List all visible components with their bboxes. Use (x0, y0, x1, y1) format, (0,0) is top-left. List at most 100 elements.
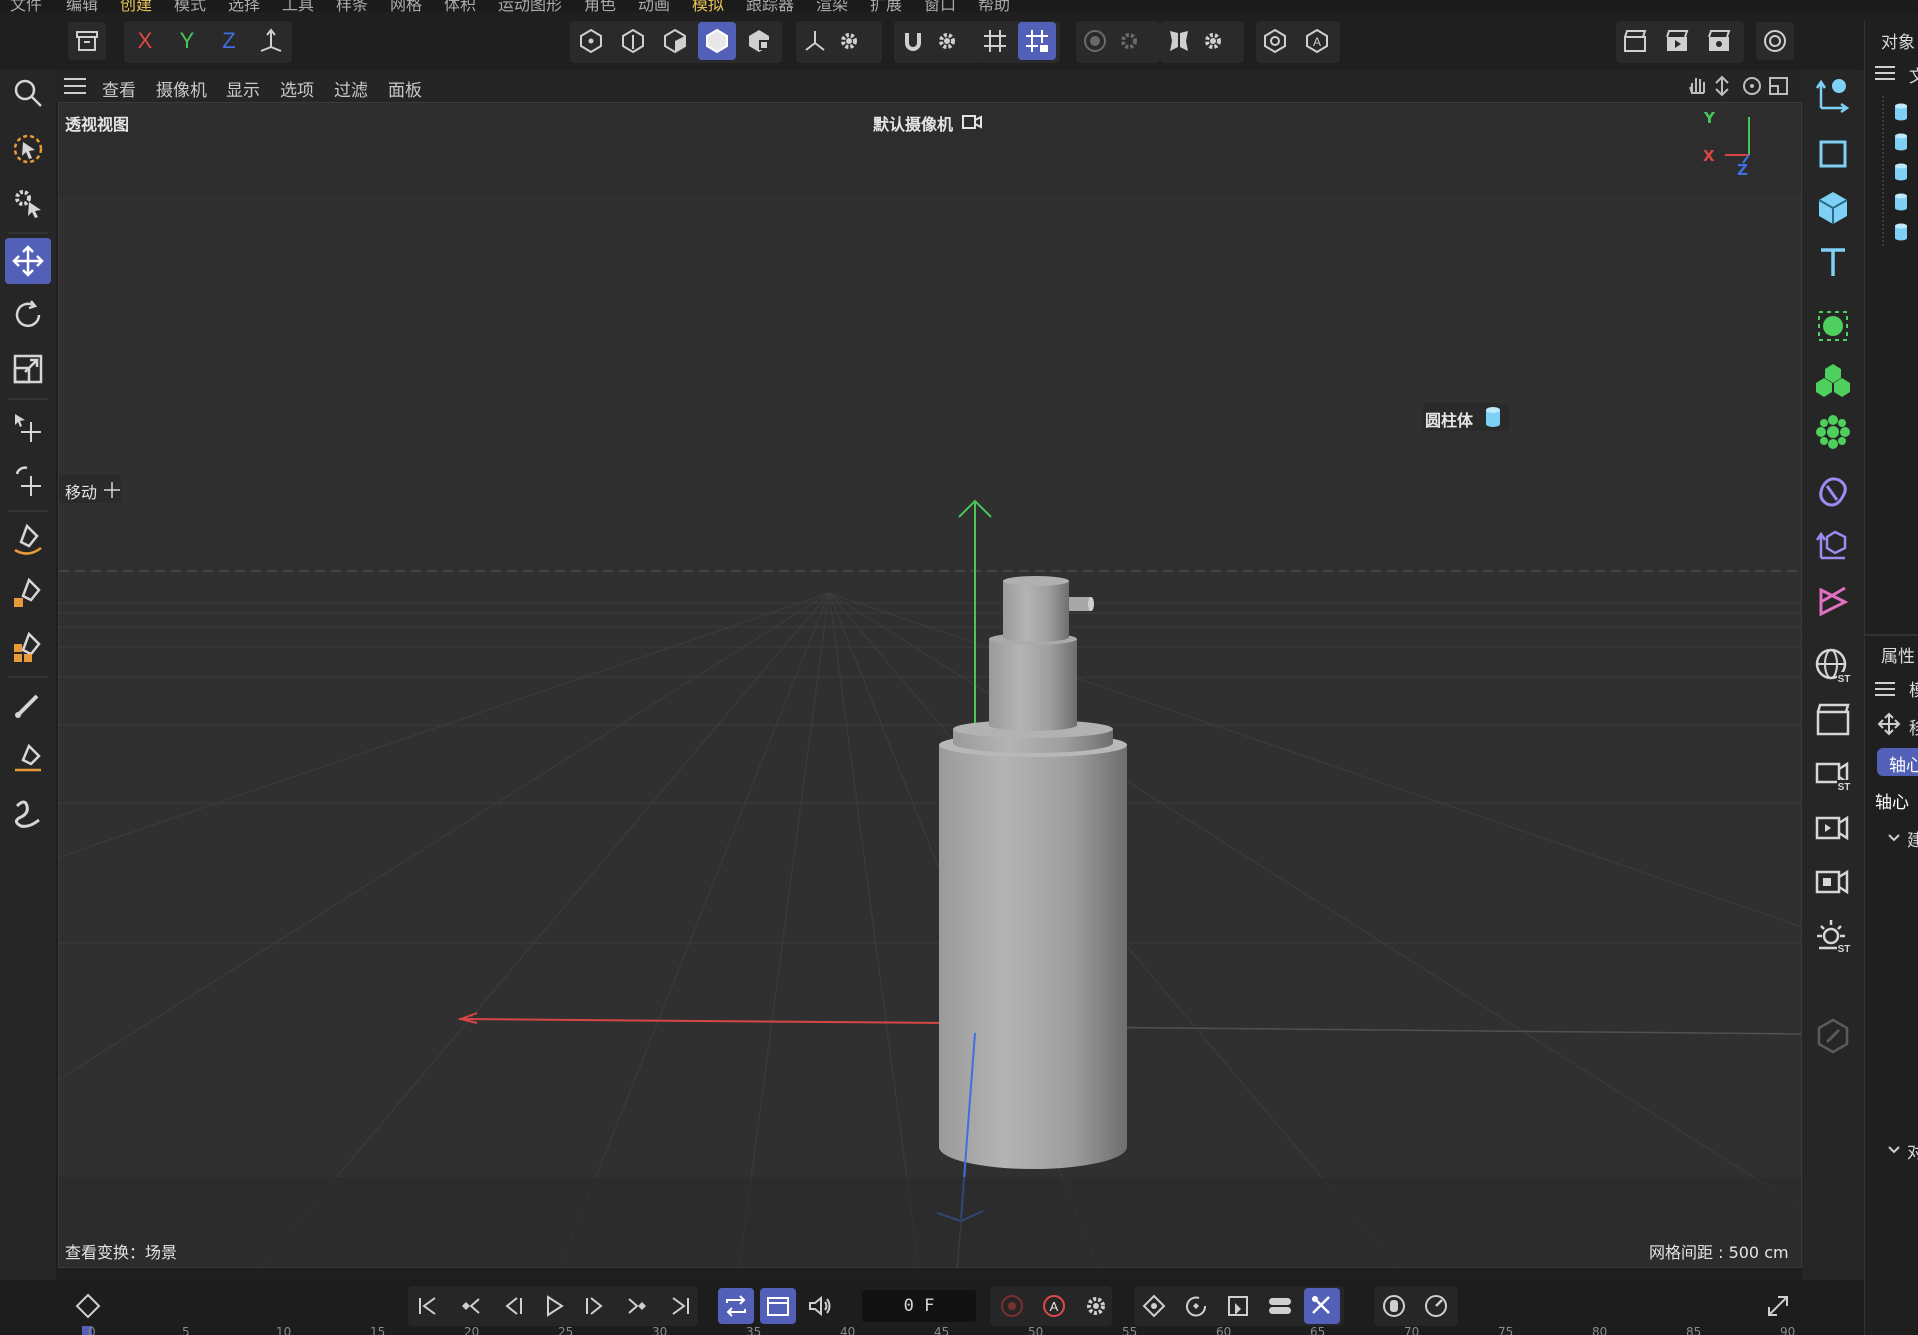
attributes-panel-title[interactable]: 属性 (1881, 642, 1915, 667)
attributes-mode-menu[interactable]: 模 (1909, 676, 1918, 701)
key-parameter-button[interactable] (1262, 1288, 1298, 1324)
workplane-button[interactable] (976, 22, 1014, 60)
hamburger-icon[interactable] (1875, 680, 1897, 698)
menu-render[interactable]: 渲染 (816, 0, 848, 12)
menu-tools[interactable]: 工具 (282, 0, 314, 12)
motion-system-button[interactable] (1376, 1288, 1412, 1324)
next-frame-button[interactable] (578, 1288, 614, 1324)
hamburger-icon[interactable] (1875, 64, 1897, 82)
cube-button[interactable] (1809, 184, 1857, 232)
brush-button[interactable] (5, 682, 51, 728)
text-button[interactable] (1809, 238, 1857, 286)
camera-label[interactable]: 默认摄像机 (873, 111, 953, 135)
viewport-menu-options[interactable]: 选项 (280, 76, 314, 101)
menu-mode[interactable]: 模式 (174, 0, 206, 12)
polygons-mode-button[interactable] (656, 22, 694, 60)
texture-mode-button[interactable] (740, 22, 778, 60)
current-frame-field[interactable]: 0 F (862, 1290, 976, 1322)
key-pla-button[interactable] (1304, 1288, 1340, 1324)
menu-animation[interactable]: 动画 (638, 0, 670, 12)
menu-character[interactable]: 角色 (584, 0, 616, 12)
tweak-button[interactable] (5, 180, 51, 226)
viewport-menu-display[interactable]: 显示 (226, 76, 260, 101)
camera-button[interactable] (1809, 804, 1857, 852)
soft-selection-settings-button[interactable] (1110, 22, 1148, 60)
axis-settings-button[interactable] (830, 22, 868, 60)
auto-solo-button[interactable]: A (1298, 22, 1336, 60)
objects-file-menu[interactable]: 文 (1909, 62, 1918, 87)
render-view-button[interactable] (1616, 22, 1654, 60)
environment-button[interactable]: ST (1809, 642, 1857, 690)
subdivision-surface-button[interactable] (1809, 302, 1857, 350)
menu-spline[interactable]: 样条 (336, 0, 368, 12)
light-button[interactable]: ST (1809, 912, 1857, 960)
record-button[interactable] (994, 1288, 1030, 1324)
grid-snap-button[interactable] (1018, 22, 1056, 60)
key-scale-button[interactable] (1220, 1288, 1256, 1324)
symmetry-settings-button[interactable] (1194, 22, 1232, 60)
coordinate-system-button[interactable] (252, 22, 290, 60)
sound-button[interactable] (802, 1288, 838, 1324)
axis-mode-button[interactable] (796, 22, 834, 60)
key-rotation-button[interactable] (1178, 1288, 1214, 1324)
multi-transform-button[interactable] (5, 458, 51, 504)
undo-history-button[interactable] (68, 22, 106, 60)
transfer-button[interactable] (5, 404, 51, 450)
render-settings-object-button[interactable] (1809, 696, 1857, 744)
chevron-down-icon[interactable] (1887, 832, 1901, 844)
prev-key-button[interactable] (452, 1288, 488, 1324)
bend-deformer-button[interactable] (1809, 468, 1857, 516)
loop-button[interactable] (718, 1288, 754, 1324)
autokey-button[interactable]: A (1036, 1288, 1072, 1324)
field-button[interactable] (1809, 578, 1857, 626)
play-button[interactable] (536, 1288, 572, 1324)
goto-end-button[interactable] (662, 1288, 698, 1324)
menu-extensions[interactable]: 扩展 (870, 0, 902, 12)
hamburger-icon[interactable] (64, 77, 86, 95)
spline-pen-button[interactable] (5, 516, 51, 562)
scale-button[interactable] (5, 346, 51, 392)
deformer-button[interactable] (1809, 520, 1857, 568)
spline-sketch-button[interactable] (5, 570, 51, 616)
redshift-button[interactable] (1756, 22, 1794, 60)
menu-mograph[interactable]: 运动图形 (498, 0, 562, 12)
objects-panel-title[interactable]: 对象 (1881, 28, 1915, 53)
menu-mesh[interactable]: 网格 (390, 0, 422, 12)
viewport-solo-button[interactable] (1256, 22, 1294, 60)
move-button[interactable] (5, 238, 51, 284)
menu-volume[interactable]: 体积 (444, 0, 476, 12)
keyframe-button[interactable] (70, 1288, 106, 1324)
timeline-settings-button[interactable] (1418, 1288, 1454, 1324)
cloner-button[interactable] (1809, 408, 1857, 456)
menu-file[interactable]: 文件 (10, 0, 42, 12)
camera-st-button[interactable]: ST (1809, 750, 1857, 798)
viewport-menu-cameras[interactable]: 摄像机 (156, 76, 207, 101)
lock-y-button[interactable]: Y (168, 22, 206, 60)
timeline-ruler[interactable]: 0 5 10 15 20 25 30 35 40 45 50 55 60 65 70 75 80 85 90 (0, 1325, 1864, 1335)
render-settings-button[interactable] (1700, 22, 1738, 60)
search-button[interactable] (5, 70, 51, 116)
menu-edit[interactable]: 编辑 (66, 0, 98, 12)
menu-create[interactable]: 创建 (120, 0, 152, 12)
spline-primitive-button[interactable] (5, 624, 51, 670)
edges-mode-button[interactable] (614, 22, 652, 60)
knife-pen-button[interactable] (5, 736, 51, 782)
model-mode-button[interactable] (698, 22, 736, 60)
viewport-navigation-icons[interactable] (1686, 73, 1796, 99)
menu-window[interactable]: 窗口 (924, 0, 956, 12)
viewport-menu-filter[interactable]: 过滤 (334, 76, 368, 101)
viewport-menu-view[interactable]: 查看 (102, 76, 136, 101)
edit-button[interactable] (1809, 1012, 1857, 1060)
expand-timeline-button[interactable] (1760, 1288, 1796, 1324)
menu-simulate[interactable]: 模拟 (692, 0, 724, 12)
menu-help[interactable]: 帮助 (978, 0, 1010, 12)
rotate-button[interactable] (5, 292, 51, 338)
spline-smooth-button[interactable] (5, 790, 51, 836)
key-settings-button[interactable] (1078, 1288, 1114, 1324)
perspective-viewport[interactable]: 透视视图 默认摄像机 Y X Z 移动 圆柱体 查看变换：场景 网格间距 : 5… (58, 102, 1802, 1268)
menu-tracker[interactable]: 跟踪器 (746, 0, 794, 12)
live-selection-button[interactable] (5, 126, 51, 172)
snap-settings-button[interactable] (928, 22, 966, 60)
prev-frame-button[interactable] (494, 1288, 530, 1324)
key-position-button[interactable] (1136, 1288, 1172, 1324)
